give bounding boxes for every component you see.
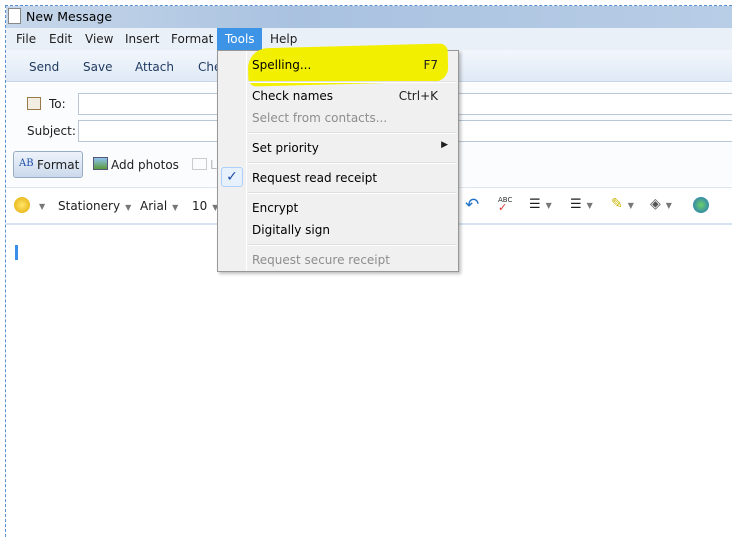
- format-icon: AB: [19, 158, 34, 169]
- checkmark-icon: ✓: [221, 167, 243, 187]
- spell-check-icon[interactable]: ABC ✓: [498, 196, 512, 213]
- format-label: Format: [37, 158, 80, 172]
- hyperlink-icon[interactable]: [693, 197, 709, 213]
- chevron-down-icon: ▼: [172, 203, 179, 212]
- address-book-icon[interactable]: [27, 97, 41, 110]
- font-label: Arial: [140, 199, 168, 213]
- chevron-down-icon[interactable]: ▼: [39, 202, 45, 211]
- menu-item-request-secure-receipt: Request secure receipt: [252, 253, 390, 267]
- indent-icon[interactable]: ☰ ▼: [570, 197, 593, 212]
- emoticon-icon[interactable]: [14, 197, 30, 213]
- document-icon: [8, 8, 21, 24]
- send-button[interactable]: Send: [29, 60, 59, 74]
- check-names-shortcut: Ctrl+K: [398, 89, 438, 103]
- menu-item-spelling[interactable]: Spelling...: [252, 58, 311, 72]
- add-photos-button[interactable]: Add photos: [111, 158, 179, 172]
- format-button[interactable]: AB Format: [13, 151, 83, 178]
- menu-view[interactable]: View: [77, 28, 121, 50]
- stationery-label: Stationery: [58, 199, 121, 213]
- chevron-down-icon: ▼: [125, 203, 132, 212]
- menu-separator: [248, 132, 456, 134]
- menu-tools[interactable]: Tools: [217, 28, 262, 50]
- layout-button[interactable]: L: [210, 158, 217, 172]
- size-label: 10: [192, 199, 208, 213]
- menu-item-digitally-sign[interactable]: Digitally sign: [252, 223, 330, 237]
- menu-item-select-from-contacts: Select from contacts...: [252, 111, 388, 125]
- to-label: To:: [49, 97, 66, 111]
- menu-edit[interactable]: Edit: [41, 28, 80, 50]
- menu-file[interactable]: File: [8, 28, 44, 50]
- menu-insert[interactable]: Insert: [117, 28, 167, 50]
- menu-separator: [248, 192, 456, 194]
- add-photos-icon: [93, 157, 108, 170]
- save-button[interactable]: Save: [83, 60, 112, 74]
- attach-button[interactable]: Attach: [135, 60, 174, 74]
- title-bar: [6, 6, 732, 28]
- subject-label: Subject:: [27, 124, 76, 138]
- menu-item-encrypt[interactable]: Encrypt: [252, 201, 298, 215]
- numbered-list-icon[interactable]: ☰ ▼: [529, 197, 552, 212]
- submenu-arrow-icon: ▶: [441, 140, 448, 150]
- message-body[interactable]: [6, 226, 732, 537]
- menu-format[interactable]: Format: [163, 28, 221, 50]
- menu-item-request-read-receipt[interactable]: Request read receipt: [252, 171, 377, 185]
- menu-gutter: [246, 51, 247, 271]
- undo-icon[interactable]: ↶: [465, 195, 479, 215]
- menu-separator: [248, 162, 456, 164]
- window-title: New Message: [26, 9, 113, 24]
- menu-item-check-names[interactable]: Check names: [252, 89, 333, 103]
- size-dropdown[interactable]: 10 ▼: [192, 199, 218, 213]
- stationery-dropdown[interactable]: Stationery ▼: [58, 199, 131, 213]
- spelling-shortcut: F7: [423, 58, 438, 72]
- font-dropdown[interactable]: Arial ▼: [140, 199, 178, 213]
- fill-color-icon[interactable]: ◈ ▼: [650, 196, 672, 212]
- highlight-pen-icon[interactable]: ✎ ▼: [611, 196, 634, 212]
- menu-item-set-priority[interactable]: Set priority: [252, 141, 319, 155]
- menu-separator: [248, 244, 456, 246]
- tools-menu: Spelling... F7 Check names Ctrl+K Select…: [217, 43, 459, 272]
- layout-icon: [192, 158, 207, 170]
- menu-separator: [248, 81, 456, 83]
